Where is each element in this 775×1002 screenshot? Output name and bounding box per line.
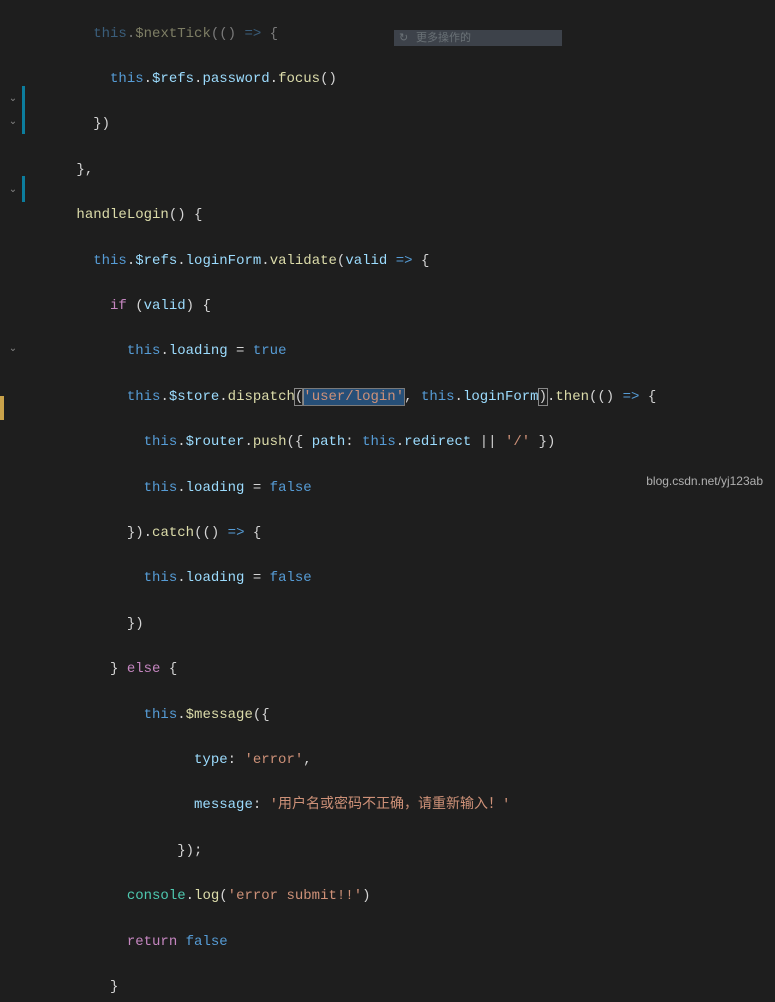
fold-chevron-icon[interactable]: ⌄ (6, 112, 20, 135)
fold-chevron-icon[interactable]: ⌄ (6, 89, 20, 112)
change-indicator (22, 176, 25, 202)
left-accent-bar (0, 396, 4, 420)
change-indicator (22, 86, 25, 134)
editor-gutter: ⌄ ⌄ ⌄ ⌄ (0, 0, 26, 501)
fold-chevron-icon[interactable]: ⌄ (6, 180, 20, 203)
selected-text: 'user/login' (303, 389, 404, 405)
fold-chevron-icon[interactable]: ⌄ (6, 339, 20, 362)
watermark-text: blog.csdn.net/yj123ab (646, 470, 763, 493)
code-editor[interactable]: this.$nextTick(() => { this.$refs.passwo… (26, 0, 656, 1002)
code-token: this (93, 26, 127, 42)
